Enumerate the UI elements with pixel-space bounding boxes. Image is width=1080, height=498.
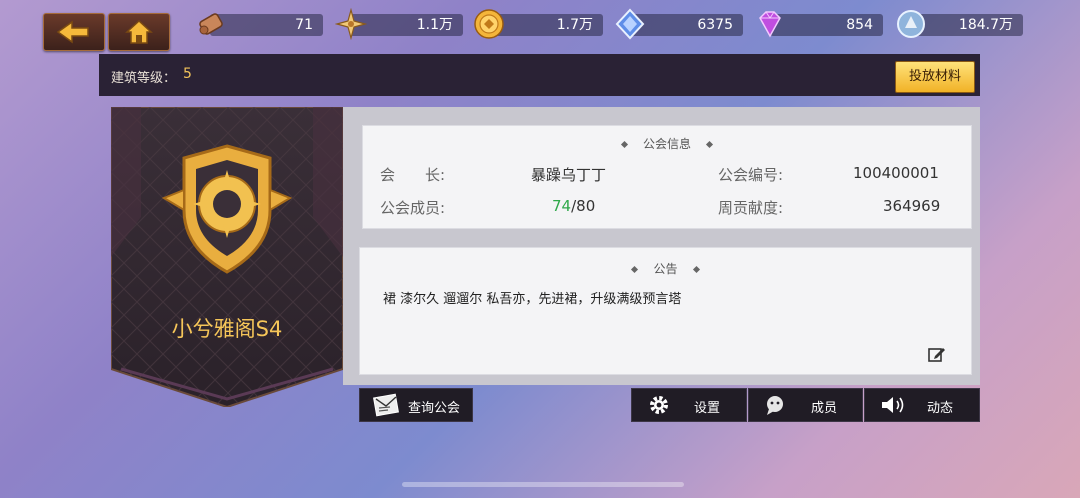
building-level-bar: 建筑等级： 5 [99, 54, 980, 96]
back-arrow-icon [56, 20, 89, 44]
query-guild-label: 查询公会 [408, 401, 461, 416]
chat-bubble-icon [767, 396, 783, 415]
guild-info-title: 公会信息 [642, 137, 691, 151]
home-icon [125, 19, 153, 44]
building-level-value: 5 [183, 66, 192, 82]
notice-header: 公告 [360, 260, 971, 277]
activity-label: 动态 [927, 401, 954, 416]
back-button[interactable] [43, 13, 105, 51]
activity-button[interactable]: 动态 [864, 388, 980, 422]
building-level-label: 建筑等级： [111, 71, 177, 86]
guild-name: 小兮雅阁S4 [171, 317, 283, 341]
resource-value: 6375 [697, 17, 733, 33]
notice-text: 裙 漆尔久 遛遛尔 私吾亦，先进裙，升级满级预言塔 [383, 292, 682, 307]
guild-emblem-icon [161, 144, 293, 274]
resource-value: 1.1万 [416, 17, 453, 33]
members-button-label: 成员 [811, 401, 838, 416]
resource-value: 1.7万 [556, 17, 593, 33]
members-current: 74 [552, 197, 572, 215]
donate-materials-button[interactable]: 投放材料 [895, 61, 975, 93]
resource-crystal[interactable]: 6375 [630, 14, 743, 36]
resource-diamond[interactable]: 854 [770, 14, 883, 36]
members-count: 74/80 [552, 197, 595, 215]
blue-crystal-icon [615, 8, 645, 40]
settings-button[interactable]: 设置 [631, 388, 747, 422]
edit-icon[interactable] [927, 345, 947, 363]
notice-card: 公告 裙 漆尔久 遛遛尔 私吾亦，先进裙，升级满级预言塔 [359, 247, 972, 375]
resource-value: 854 [846, 17, 873, 33]
contribution-label: 周贡献度: [718, 199, 784, 217]
members-max: /80 [571, 197, 596, 215]
query-guild-button[interactable]: 查询公会 [359, 388, 473, 422]
scroll-icon [199, 13, 223, 35]
compass-star-icon [335, 8, 367, 40]
silver-orb-icon [897, 10, 925, 38]
gold-coin-icon [474, 9, 504, 39]
resource-value: 184.7万 [958, 17, 1013, 33]
home-indicator [402, 482, 684, 487]
leader-label: 会 长: [380, 166, 446, 184]
guild-info-card: 公会信息 会 长: 暴躁乌丁丁 公会编号: 100400001 公会成员: 74… [362, 125, 972, 229]
guild-id-value: 100400001 [853, 164, 939, 182]
purple-diamond-icon [759, 11, 781, 38]
guild-id-label: 公会编号: [718, 166, 784, 184]
contribution-value: 364969 [883, 197, 941, 215]
letter-icon [373, 393, 399, 417]
settings-label: 设置 [694, 401, 721, 416]
gear-icon [650, 396, 668, 414]
notice-title: 公告 [653, 262, 678, 276]
speaker-icon [882, 397, 904, 413]
members-button[interactable]: 成员 [748, 388, 863, 422]
resource-value: 71 [295, 17, 313, 33]
members-label: 公会成员: [380, 199, 446, 217]
resource-gold[interactable]: 1.7万 [490, 14, 603, 36]
leader-value: 暴躁乌丁丁 [531, 166, 607, 184]
guild-info-header: 公会信息 [363, 135, 971, 152]
guild-info-panel: 公会信息 会 长: 暴躁乌丁丁 公会编号: 100400001 公会成员: 74… [343, 107, 980, 385]
home-button[interactable] [108, 13, 170, 51]
